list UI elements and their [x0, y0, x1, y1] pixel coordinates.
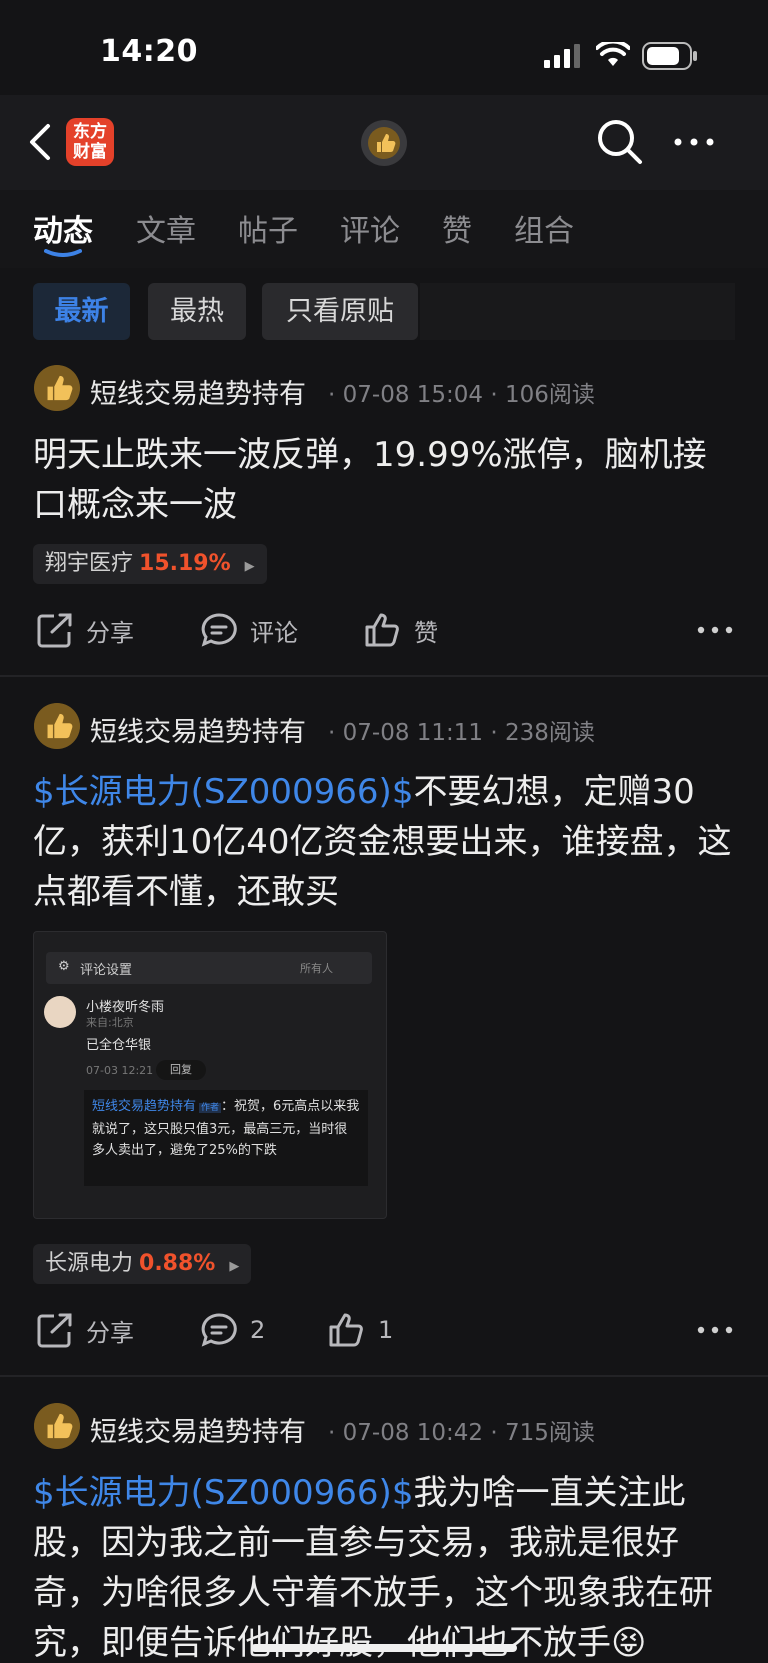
post-meta: · 07-08 15:04 · 106阅读	[328, 382, 595, 408]
share-icon	[37, 1313, 72, 1348]
commenter-name: 小楼夜听冬雨	[86, 1000, 165, 1015]
comment-icon	[201, 613, 237, 647]
post-image[interactable]: ⚙ 评论设置 所有人 小楼夜听冬雨 来自:北京 已全仓华银 07-03 12:2…	[33, 931, 387, 1219]
stock-link[interactable]: $长源电力(SZ000966)$	[33, 772, 413, 812]
tab-dynamic[interactable]: 动态	[33, 206, 93, 250]
back-arrow-icon[interactable]	[26, 122, 54, 162]
thumbs-avatar-icon	[34, 365, 80, 411]
commenter-location: 来自:北京	[86, 1016, 134, 1029]
stock-tag[interactable]: 长源电力 0.88% ▶	[33, 1244, 252, 1284]
reply-author: 短线交易趋势持有	[92, 1099, 197, 1114]
wifi-icon	[596, 42, 630, 66]
thumbs-up-icon	[365, 613, 399, 647]
battery-icon	[642, 42, 697, 70]
share-button[interactable]: 分享	[36, 612, 134, 648]
share-label: 分享	[86, 1318, 134, 1347]
share-label: 分享	[86, 618, 134, 647]
like-label: 赞	[414, 618, 438, 647]
stock-link[interactable]: $长源电力(SZ000966)$	[33, 1473, 413, 1513]
post-text[interactable]: $长源电力(SZ000966)$不要幻想，定赠30亿，获利10亿40亿资金想要出…	[33, 767, 738, 917]
filter-original-only[interactable]: 只看原贴	[262, 283, 418, 340]
author-name[interactable]: 短线交易趋势持有	[90, 1410, 306, 1449]
app-logo: 东方 财富	[66, 118, 114, 166]
play-arrow-icon: ▶	[244, 559, 255, 574]
status-time: 14:20	[100, 34, 198, 69]
thumbs-avatar-icon	[34, 703, 80, 749]
post-text[interactable]: $长源电力(SZ000966)$我为啥一直关注此股，因为我之前一直参与交易，我就…	[33, 1468, 738, 1658]
author-name[interactable]: 短线交易趋势持有	[90, 710, 306, 749]
play-arrow-icon: ▶	[229, 1259, 240, 1274]
post-meta: · 07-08 11:11 · 238阅读	[328, 720, 595, 746]
search-icon[interactable]	[596, 118, 644, 166]
filter-latest[interactable]: 最新	[33, 283, 130, 340]
reply-content: 短线交易趋势持有 作者 ：祝贺，6元高点以来我就说了，这只股只值3元，最高三元，当时…	[92, 1096, 360, 1161]
post-meta: · 07-08 10:42 · 715阅读	[328, 1420, 595, 1446]
share-button[interactable]: 分享	[36, 1312, 134, 1348]
tab-articles[interactable]: 文章	[136, 206, 196, 250]
tab-portfolio[interactable]: 组合	[514, 206, 574, 250]
logo-text-bottom: 财富	[73, 142, 107, 162]
settings-value: 所有人	[300, 962, 333, 975]
author-avatar[interactable]	[34, 703, 80, 749]
settings-gear-icon: ⚙	[58, 959, 70, 974]
post-more-icon[interactable]	[697, 1325, 733, 1335]
like-count: 1	[378, 1316, 394, 1344]
thumbs-avatar-icon	[34, 1403, 80, 1449]
stock-tag[interactable]: 翔宇医疗 15.19% ▶	[33, 544, 267, 584]
tab-likes[interactable]: 赞	[442, 206, 472, 250]
tab-comments[interactable]: 评论	[340, 206, 400, 250]
stock-change: 0.88%	[139, 1251, 216, 1276]
stock-name: 长源电力	[45, 1251, 134, 1276]
stock-change: 15.19%	[139, 551, 231, 576]
post-divider	[0, 675, 768, 677]
reply-chip: 回复	[156, 1060, 206, 1080]
signal-icon	[544, 44, 580, 68]
filter-hot[interactable]: 最热	[148, 283, 246, 340]
more-icon[interactable]	[672, 130, 716, 154]
tab-posts[interactable]: 帖子	[238, 206, 298, 250]
comment-button[interactable]: 评论	[200, 612, 298, 648]
comment-icon	[201, 1313, 237, 1347]
like-button[interactable]: 1	[328, 1312, 393, 1348]
settings-label: 评论设置	[80, 963, 133, 978]
author-avatar[interactable]	[34, 365, 80, 411]
share-icon	[37, 613, 72, 648]
commenter-avatar	[44, 996, 76, 1028]
comment-button[interactable]: 2	[200, 1312, 265, 1348]
stock-name: 翔宇医疗	[45, 551, 134, 576]
post-more-icon[interactable]	[697, 625, 733, 635]
active-tab-indicator	[44, 249, 82, 257]
thumbs-up-icon	[329, 1313, 363, 1347]
comment-label: 评论	[250, 618, 298, 647]
commenter-text: 已全仓华银	[86, 1038, 152, 1053]
home-indicator	[251, 1644, 517, 1652]
profile-avatar[interactable]	[361, 120, 407, 166]
thumbs-avatar-icon	[368, 127, 400, 159]
author-avatar[interactable]	[34, 1403, 80, 1449]
author-badge: 作者	[199, 1103, 222, 1113]
post-text[interactable]: 明天止跌来一波反弹，19.99%涨停，脑机接口概念来一波	[33, 430, 738, 530]
post-divider	[0, 1375, 768, 1377]
comment-count: 2	[250, 1316, 266, 1344]
author-name[interactable]: 短线交易趋势持有	[90, 372, 306, 411]
logo-text-top: 东方	[73, 122, 107, 142]
like-button[interactable]: 赞	[364, 612, 438, 648]
comment-date: 07-03 12:21	[86, 1064, 154, 1077]
filter-bar-bg	[420, 283, 735, 340]
